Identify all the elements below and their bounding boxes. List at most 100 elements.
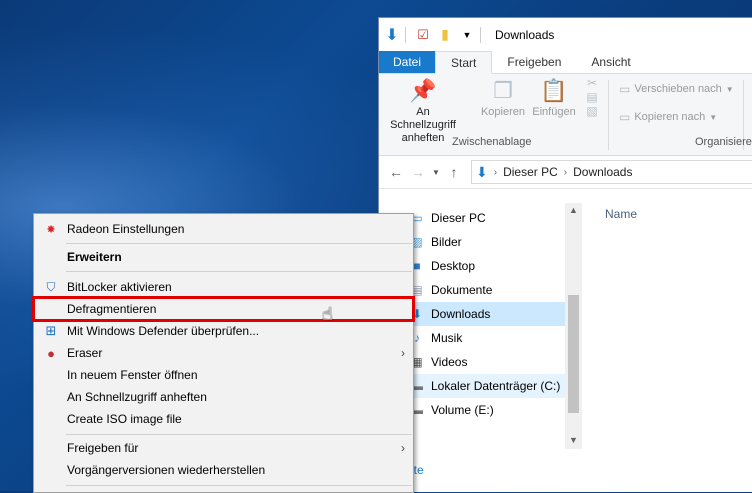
- menu-label: BitLocker aktivieren: [67, 280, 172, 294]
- paste-button[interactable]: 📋 Einfügen: [530, 76, 578, 118]
- tab-share[interactable]: Freigeben: [492, 51, 576, 73]
- nav-label: Lokaler Datenträger (C:): [431, 379, 561, 393]
- customize-quick-access-icon[interactable]: ▼: [458, 26, 476, 44]
- move-icon: ▭: [619, 82, 631, 96]
- forward-arrow-icon[interactable]: →: [407, 164, 429, 180]
- menu-item-defragment[interactable]: Defragmentieren: [32, 296, 415, 322]
- move-to-label: Verschieben nach: [634, 83, 722, 95]
- menu-item-share-with[interactable]: Freigeben für ›: [34, 437, 413, 459]
- menu-label: Create ISO image file: [67, 412, 182, 426]
- organize-group-label: Organisiere: [695, 136, 752, 148]
- group-separator: [608, 80, 609, 150]
- nav-label: Musik: [431, 331, 463, 345]
- chevron-down-icon: ▼: [725, 84, 734, 94]
- nav-label: Dieser PC: [431, 211, 486, 225]
- nav-label: Videos: [431, 355, 468, 369]
- copy-path-icon: ▤: [586, 90, 598, 104]
- title-bar: ⬇ ☑ ▮ ▼ Downloads: [379, 18, 752, 51]
- copy-to-label: Kopieren nach: [634, 111, 706, 123]
- paste-shortcut-icon: ▧: [586, 104, 598, 118]
- column-header-name[interactable]: Name: [605, 207, 637, 221]
- chevron-down-icon: ▼: [709, 112, 718, 122]
- copy-to-button[interactable]: ▭ Kopieren nach ▼: [619, 110, 717, 124]
- scissors-icon: ✂: [586, 76, 598, 90]
- menu-label: In neuem Fenster öffnen: [67, 368, 198, 382]
- clipboard-group-label: Zwischenablage: [452, 136, 532, 148]
- eraser-icon: ●: [47, 345, 55, 361]
- scroll-down-icon[interactable]: ▼: [565, 435, 582, 445]
- menu-label: Eraser: [67, 346, 103, 360]
- chevron-right-icon[interactable]: ›: [564, 167, 567, 178]
- new-folder-icon[interactable]: ▮: [436, 26, 454, 44]
- nav-label: Downloads: [431, 307, 491, 321]
- explorer-window: ⬇ ☑ ▮ ▼ Downloads Datei Start Freigeben …: [378, 17, 752, 492]
- pin-label: An Schnellzugriff anheften: [390, 106, 456, 144]
- menu-item-pin-quick-access[interactable]: An Schnellzugriff anheften: [34, 386, 413, 408]
- nav-item-videos[interactable]: ▦ Videos: [409, 350, 565, 374]
- download-arrow-icon: ⬇: [476, 163, 488, 180]
- ribbon: 📌 An Schnellzugriff anheften ❐ Kopieren …: [379, 74, 752, 156]
- menu-item-open-new-window[interactable]: In neuem Fenster öffnen: [34, 364, 413, 386]
- menu-item-restore-previous-versions[interactable]: Vorgängerversionen wiederherstellen: [34, 459, 413, 481]
- menu-item-eraser[interactable]: ● Eraser ›: [34, 342, 413, 364]
- chevron-right-icon[interactable]: ›: [494, 167, 497, 178]
- menu-item-windows-defender-scan[interactable]: ⊞ Mit Windows Defender überprüfen...: [34, 320, 413, 342]
- nav-item-documents[interactable]: ▤ Dokumente: [409, 278, 565, 302]
- menu-item-bitlocker[interactable]: ⛉ BitLocker aktivieren: [34, 276, 413, 298]
- recent-locations-icon[interactable]: ▼: [429, 168, 443, 177]
- back-arrow-icon[interactable]: ←: [385, 164, 407, 180]
- menu-item-expand[interactable]: Erweitern: [34, 246, 413, 268]
- address-bar: ← → ▼ ↑ ⬇ › Dieser PC › Downloads: [379, 156, 752, 189]
- copy-icon: ❐: [493, 78, 513, 103]
- copy-label: Kopieren: [480, 106, 526, 118]
- nav-label: Desktop: [431, 259, 476, 273]
- menu-label: An Schnellzugriff anheften: [67, 390, 207, 404]
- down-arrow-icon[interactable]: ⬇: [383, 26, 401, 44]
- menu-item-create-iso[interactable]: Create ISO image file: [34, 408, 413, 430]
- move-to-button[interactable]: ▭ Verschieben nach ▼: [619, 82, 734, 96]
- breadcrumb-this-pc[interactable]: Dieser PC: [503, 165, 558, 179]
- menu-label: Defragmentieren: [67, 302, 157, 316]
- address-input[interactable]: ⬇ › Dieser PC › Downloads: [471, 160, 752, 184]
- nav-item-pictures[interactable]: ▨ Bilder: [409, 230, 565, 254]
- content-area: ▭ Dieser PC ▨ Bilder ■ Desktop ▤ Dokumen…: [379, 203, 752, 492]
- breadcrumb-downloads[interactable]: Downloads: [573, 165, 632, 179]
- pin-icon: 📌: [409, 78, 437, 103]
- copy-button[interactable]: ❐ Kopieren: [479, 76, 527, 118]
- menu-label: Freigeben für: [67, 441, 139, 455]
- menu-label: Radeon Einstellungen: [67, 222, 185, 236]
- hand-cursor-icon: ☝: [322, 304, 333, 324]
- radeon-icon: ✸: [46, 223, 56, 236]
- menu-label: Vorgängerversionen wiederherstellen: [67, 463, 266, 477]
- nav-item-music[interactable]: ♪ Musik: [409, 326, 565, 350]
- chevron-right-icon: ›: [401, 346, 405, 360]
- nav-item-this-pc[interactable]: ▭ Dieser PC: [409, 206, 565, 230]
- ribbon-tabs: Datei Start Freigeben Ansicht: [379, 51, 752, 74]
- context-menu: ✸ Radeon Einstellungen Erweitern ⛉ BitLo…: [32, 213, 415, 493]
- defender-icon: ⊞: [45, 323, 57, 338]
- tab-start[interactable]: Start: [435, 51, 493, 74]
- cut-button[interactable]: ✂ ▤ ▧: [583, 76, 601, 118]
- properties-icon[interactable]: ☑: [414, 26, 432, 44]
- menu-separator: [66, 271, 412, 272]
- copy-to-icon: ▭: [619, 110, 631, 124]
- menu-label: Mit Windows Defender überprüfen...: [67, 324, 260, 338]
- menu-separator: [66, 485, 412, 486]
- nav-item-volume-e[interactable]: ▬ Volume (E:): [409, 398, 565, 422]
- tab-file[interactable]: Datei: [379, 51, 436, 73]
- chevron-right-icon: ›: [401, 441, 405, 455]
- separator: [405, 26, 406, 43]
- menu-item-radeon-settings[interactable]: ✸ Radeon Einstellungen: [34, 218, 413, 240]
- tab-view[interactable]: Ansicht: [576, 51, 645, 73]
- pin-quick-access-button[interactable]: 📌 An Schnellzugriff anheften: [383, 76, 463, 145]
- nav-scrollbar[interactable]: ▲ ▼: [565, 203, 582, 449]
- scroll-up-icon[interactable]: ▲: [565, 205, 582, 215]
- menu-separator: [66, 434, 412, 435]
- menu-separator: [66, 243, 412, 244]
- menu-label: Erweitern: [67, 250, 122, 264]
- up-arrow-icon[interactable]: ↑: [443, 164, 465, 180]
- nav-item-desktop[interactable]: ■ Desktop: [409, 254, 565, 278]
- window-title: Downloads: [495, 27, 555, 42]
- paste-icon: 📋: [540, 78, 568, 103]
- scrollbar-thumb[interactable]: [568, 295, 579, 413]
